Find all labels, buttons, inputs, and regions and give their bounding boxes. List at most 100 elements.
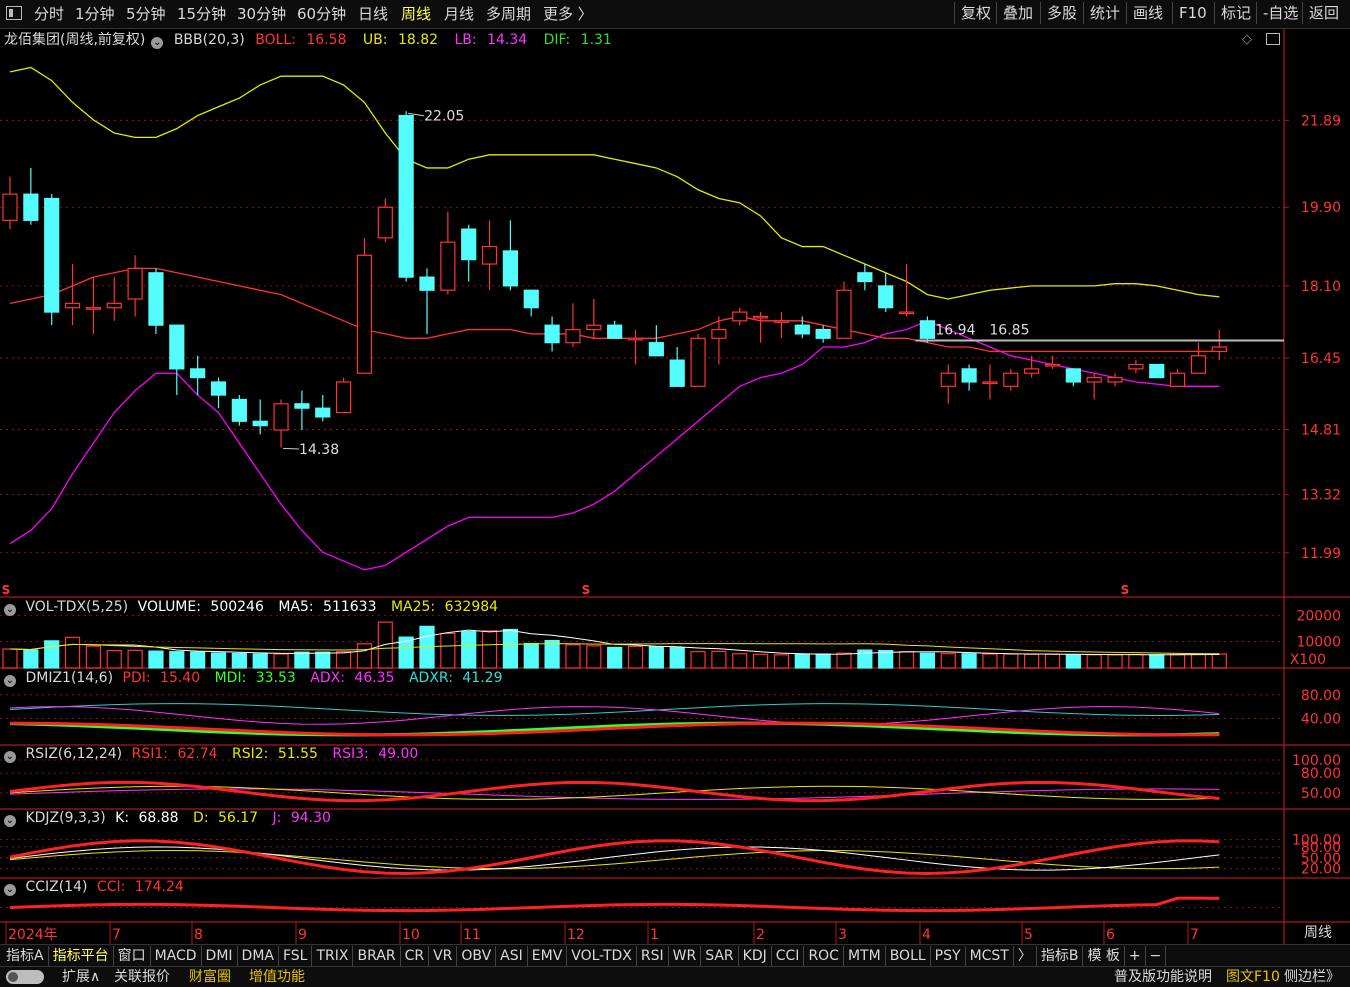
cci-indicator-name[interactable]: CCIZ(14)	[25, 879, 87, 895]
indicator-tab[interactable]: WR	[669, 946, 702, 966]
f10-text-link[interactable]: 图文F10	[1226, 967, 1280, 987]
mdi-value: 33.53	[255, 670, 296, 686]
volume-bar	[836, 652, 852, 669]
volume-bar	[315, 651, 331, 669]
collapse-icon[interactable]: ⌄	[4, 751, 16, 763]
candle-body	[648, 342, 664, 357]
dmi-axis-label: 80.00	[1301, 688, 1341, 704]
indicator-tab[interactable]: BRAR	[353, 946, 401, 966]
collapse-icon[interactable]: ⌄	[4, 884, 16, 896]
volume-bar	[252, 653, 268, 669]
volume-bar	[565, 644, 581, 669]
indicator-tab[interactable]: MCST	[966, 946, 1014, 966]
indicator-tab[interactable]: +	[1125, 946, 1146, 966]
candle-body	[502, 250, 518, 287]
indicator-tab[interactable]: MTM	[844, 946, 886, 966]
adxr-value: 41.29	[462, 670, 503, 686]
adx-label: ADX:	[310, 670, 345, 686]
indicator-tab[interactable]: RSI	[637, 946, 669, 966]
volume-bar	[1086, 654, 1102, 669]
volume-bar	[481, 630, 498, 669]
indicator-tab[interactable]: 指标A	[2, 946, 49, 966]
indicator-tab[interactable]: TRIX	[312, 946, 354, 966]
boll-label: BOLL: 16.58	[255, 32, 347, 48]
vol-indicator-name[interactable]: VOL-TDX(5,25)	[25, 599, 128, 615]
wealth-circle-button[interactable]: 财富圈	[189, 967, 231, 987]
indicator-tab[interactable]: −	[1146, 946, 1167, 966]
indicator-tab[interactable]: DMA	[238, 946, 279, 966]
low-annotation: 14.38	[299, 442, 339, 458]
sidebar-link[interactable]: 侧边栏》	[1284, 967, 1340, 987]
indicator-tab[interactable]: DMI	[202, 946, 238, 966]
indicator-tab[interactable]: ASI	[496, 946, 528, 966]
rsi-indicator-name[interactable]: RSIZ(6,12,24)	[25, 746, 122, 762]
indicator-tab[interactable]: CCI	[772, 946, 805, 966]
dmi-indicator-name[interactable]: DMIZ1(14,6)	[25, 670, 113, 686]
candle-body	[148, 272, 164, 326]
candle-body	[127, 267, 143, 300]
expand-toggle[interactable]	[6, 970, 44, 984]
expand-button[interactable]: 扩展∧	[62, 967, 100, 987]
kdj-indicator-name[interactable]: KDJZ(9,3,3)	[25, 810, 105, 826]
related-quotes-button[interactable]: 关联报价	[114, 967, 170, 987]
pdi-value: 15.40	[160, 670, 201, 686]
j-label: J:	[272, 810, 282, 826]
value-added-button[interactable]: 增值功能	[249, 967, 305, 987]
candle-body	[711, 328, 727, 339]
candle-body	[419, 276, 435, 291]
indicator-tab[interactable]: OBV	[457, 946, 497, 966]
vol-axis-label: 20000	[1296, 608, 1341, 624]
indicator-tab[interactable]: EMV	[528, 946, 568, 966]
ma25-value: 632984	[444, 599, 499, 615]
collapse-icon[interactable]: ⌄	[151, 37, 164, 49]
indicator-tab[interactable]: 模 板	[1083, 946, 1125, 966]
indicator-tab[interactable]: MACD	[151, 946, 202, 966]
collapse-icon[interactable]: ⌄	[4, 815, 16, 827]
volume-bar	[148, 650, 164, 669]
indicator-tab[interactable]: KDJ	[739, 946, 772, 966]
time-axis-label: 2	[756, 927, 765, 943]
indicator-tab[interactable]: SAR	[701, 946, 739, 966]
indicator-tab[interactable]: ROC	[804, 946, 844, 966]
vol-unit-label: X100	[1290, 652, 1326, 668]
volume-bar	[607, 646, 623, 669]
collapse-icon[interactable]: ⌄	[4, 604, 16, 616]
candle-body	[1190, 355, 1207, 374]
cci-label: CCI:	[96, 879, 126, 895]
time-axis-label: 7	[1190, 927, 1199, 943]
rsi-axis-label: 80.00	[1301, 766, 1341, 782]
boll-ub-line	[9, 66, 1220, 300]
indicator-tab[interactable]: PSY	[931, 946, 966, 966]
indicator-tab[interactable]: 窗口	[114, 946, 151, 966]
volume-bar	[23, 649, 39, 669]
candle-body	[1107, 377, 1123, 383]
panel-toggle-icon[interactable]	[1266, 33, 1280, 45]
diamond-icon[interactable]: ◇	[1242, 32, 1252, 47]
indicator-tab[interactable]: FSL	[279, 946, 313, 966]
mdi-label: MDI:	[214, 670, 247, 686]
indicator-tab[interactable]: 指标平台	[49, 946, 114, 966]
ma5-label: MA5:	[278, 599, 314, 615]
indicator-tab[interactable]: 〉	[1014, 946, 1037, 966]
candle-body	[294, 403, 310, 409]
indicator-tab[interactable]: BOLL	[886, 946, 931, 966]
collapse-icon[interactable]: ⌄	[4, 675, 16, 687]
edition-info-link[interactable]: 普及版功能说明	[1114, 967, 1212, 987]
candle-body	[23, 193, 39, 221]
indicator-tab[interactable]: VOL-TDX	[567, 946, 637, 966]
volume-bar	[1149, 654, 1165, 669]
indicator-tab[interactable]: CR	[401, 946, 430, 966]
cci-header: ⌄ CCIZ(14) CCI: 174.24	[4, 879, 194, 896]
ref-label-1: 16.94	[935, 323, 975, 339]
volume-bar	[690, 651, 706, 669]
vol-axis-label: 10000	[1296, 635, 1341, 651]
stock-title: 龙佰集团(周线,前复权)	[4, 32, 146, 48]
indicator-tab[interactable]: 指标B	[1037, 946, 1084, 966]
volume-bar	[461, 631, 477, 669]
indicator-name[interactable]: BBB(20,3)	[174, 32, 245, 48]
d-label: D:	[193, 810, 209, 826]
kdj-header: ⌄ KDJZ(9,3,3) K: 68.88 D: 56.17 J: 94.30	[4, 810, 341, 827]
chart-surface[interactable]: 21.89 19.90 18.10 16.45 14.81 13.32 11.99 22.05…	[0, 0, 1350, 986]
candle-body	[440, 241, 456, 291]
indicator-tab[interactable]: VR	[429, 946, 458, 966]
